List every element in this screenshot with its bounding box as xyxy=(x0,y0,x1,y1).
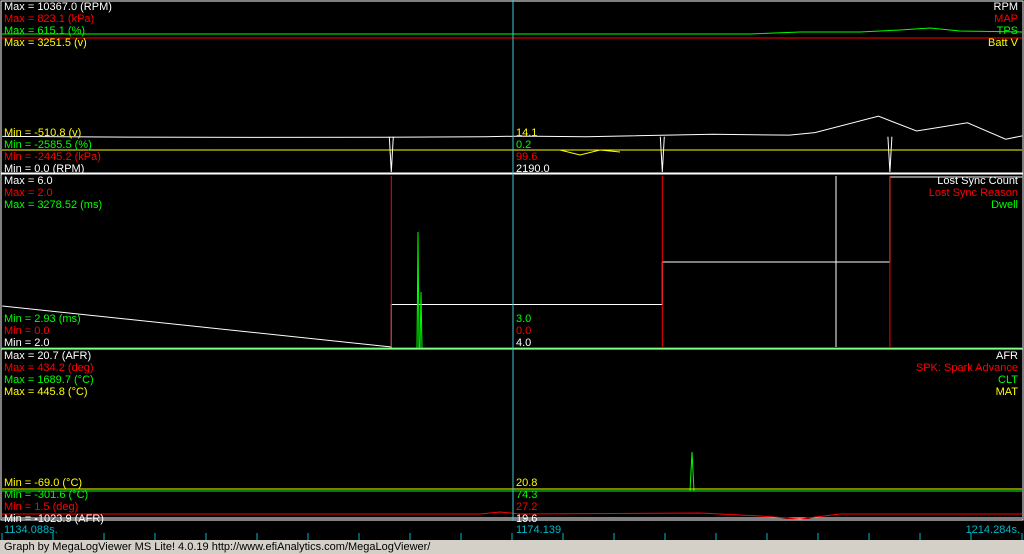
time-cursor-label: 1174.139 xyxy=(516,524,562,536)
panel3-min-label-2: Min = 1.5 (deg) xyxy=(4,501,79,513)
panel2-legend-1: Lost Sync Reason xyxy=(928,187,1018,199)
panel2-legend-0: Lost Sync Count xyxy=(937,175,1018,187)
panel1-max-label-1: Max = 823.1 (kPa) xyxy=(4,13,95,25)
panel1-cursor-value-1: 0.2 xyxy=(516,139,532,151)
panel3-cursor-value-2: 27.2 xyxy=(516,501,538,513)
footer-credit: Graph by MegaLogViewer MS Lite! 4.0.19 h… xyxy=(4,541,431,553)
chart-area[interactable] xyxy=(0,0,1024,521)
panel2-min-label-1: Min = 0.0 xyxy=(4,325,50,337)
panel3-max-label-2: Max = 1689.7 (°C) xyxy=(4,374,94,386)
time-end-label: 1214.284s. xyxy=(965,524,1020,536)
panel2-max-label-1: Max = 2.0 xyxy=(4,187,53,199)
panel1-cursor-value-0: 14.1 xyxy=(516,127,538,139)
panel3-max-label-1: Max = 434.2 (deg) xyxy=(4,362,94,374)
panel1-legend-3: Batt V xyxy=(988,37,1018,49)
panel1-max-label-2: Max = 615.1 (%) xyxy=(4,25,86,37)
panel1-legend-0: RPM xyxy=(993,1,1018,13)
panel2-min-label-2: Min = 2.0 xyxy=(4,337,50,349)
panel2-legend-2: Dwell xyxy=(991,199,1018,211)
panel2-cursor-value-2: 4.0 xyxy=(516,337,532,349)
panel3-max-label-3: Max = 445.8 (°C) xyxy=(4,386,88,398)
panel3-cursor-value-0: 20.8 xyxy=(516,477,538,489)
panel1-min-label-2: Min = -2445.2 (kPa) xyxy=(4,151,101,163)
panel1-cursor-value-2: 99.6 xyxy=(516,151,538,163)
time-ticks xyxy=(1,533,1023,540)
status-bar: Graph by MegaLogViewer MS Lite! 4.0.19 h… xyxy=(0,540,1024,554)
time-start-label: 1134.088s. xyxy=(4,524,58,536)
panel3-min-label-1: Min = -301.6 (°C) xyxy=(4,489,89,501)
panel3-legend-3: MAT xyxy=(995,386,1018,398)
panel1-min-label-3: Min = 0.0 (RPM) xyxy=(4,163,85,175)
time-axis[interactable]: 1134.088s. 1174.139 1214.284s. xyxy=(0,521,1024,540)
panel2-cursor-value-0: 3.0 xyxy=(516,313,532,325)
panel2-cursor-value-1: 0.0 xyxy=(516,325,532,337)
panel1-min-label-1: Min = -2585.5 (%) xyxy=(4,139,92,151)
panel2-min-label-0: Min = 2.93 (ms) xyxy=(4,313,81,325)
panel1-max-label-0: Max = 10367.0 (RPM) xyxy=(4,1,112,13)
panel3-min-label-0: Min = -69.0 (°C) xyxy=(4,477,83,489)
panel3-legend-2: CLT xyxy=(998,374,1018,386)
panel1-max-label-3: Max = 3251.5 (v) xyxy=(4,37,87,49)
panel3-max-label-0: Max = 20.7 (AFR) xyxy=(4,350,92,362)
panel1-min-label-0: Min = -510.8 (v) xyxy=(4,127,82,139)
panel3-cursor-value-1: 74.3 xyxy=(516,489,538,501)
panel1-legend-1: MAP xyxy=(994,13,1018,25)
panel2-max-label-0: Max = 6.0 xyxy=(4,175,53,187)
panel3-cursor-value-3: 19.6 xyxy=(516,513,538,525)
panel1-cursor-value-3: 2190.0 xyxy=(516,163,550,175)
panel3-min-label-3: Min = -1023.9 (AFR) xyxy=(4,513,104,525)
panel3-legend-1: SPK: Spark Advance xyxy=(915,362,1018,374)
panel1-legend-2: TPS xyxy=(996,25,1018,37)
panel3-legend-0: AFR xyxy=(996,350,1018,362)
panel2-max-label-2: Max = 3278.52 (ms) xyxy=(4,199,103,211)
